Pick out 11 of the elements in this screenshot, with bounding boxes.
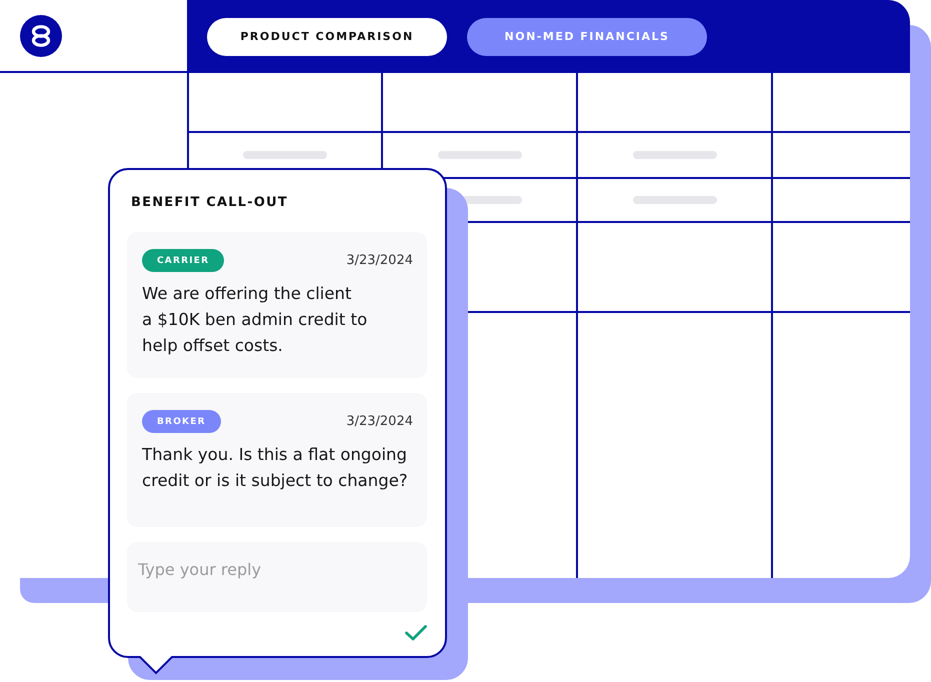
message-date: 3/23/2024 xyxy=(346,253,413,268)
logo-icon xyxy=(20,14,62,56)
callout-title: BENEFIT CALL-OUT xyxy=(131,194,289,212)
role-badge: BROKER xyxy=(142,410,221,433)
check-icon[interactable] xyxy=(405,625,427,641)
message-date: 3/23/2024 xyxy=(346,414,413,429)
role-badge: CARRIER xyxy=(142,249,224,272)
message-text: Thank you. Is this a flat ongoing credit or is it subject to change? xyxy=(142,444,409,492)
tab[interactable]: PRODUCT COMPARISON xyxy=(207,18,447,56)
message-text: We are offering the client a $10K ben admin credit to help offset costs. xyxy=(142,283,368,357)
reply-field[interactable]: Type your reply xyxy=(127,542,427,612)
